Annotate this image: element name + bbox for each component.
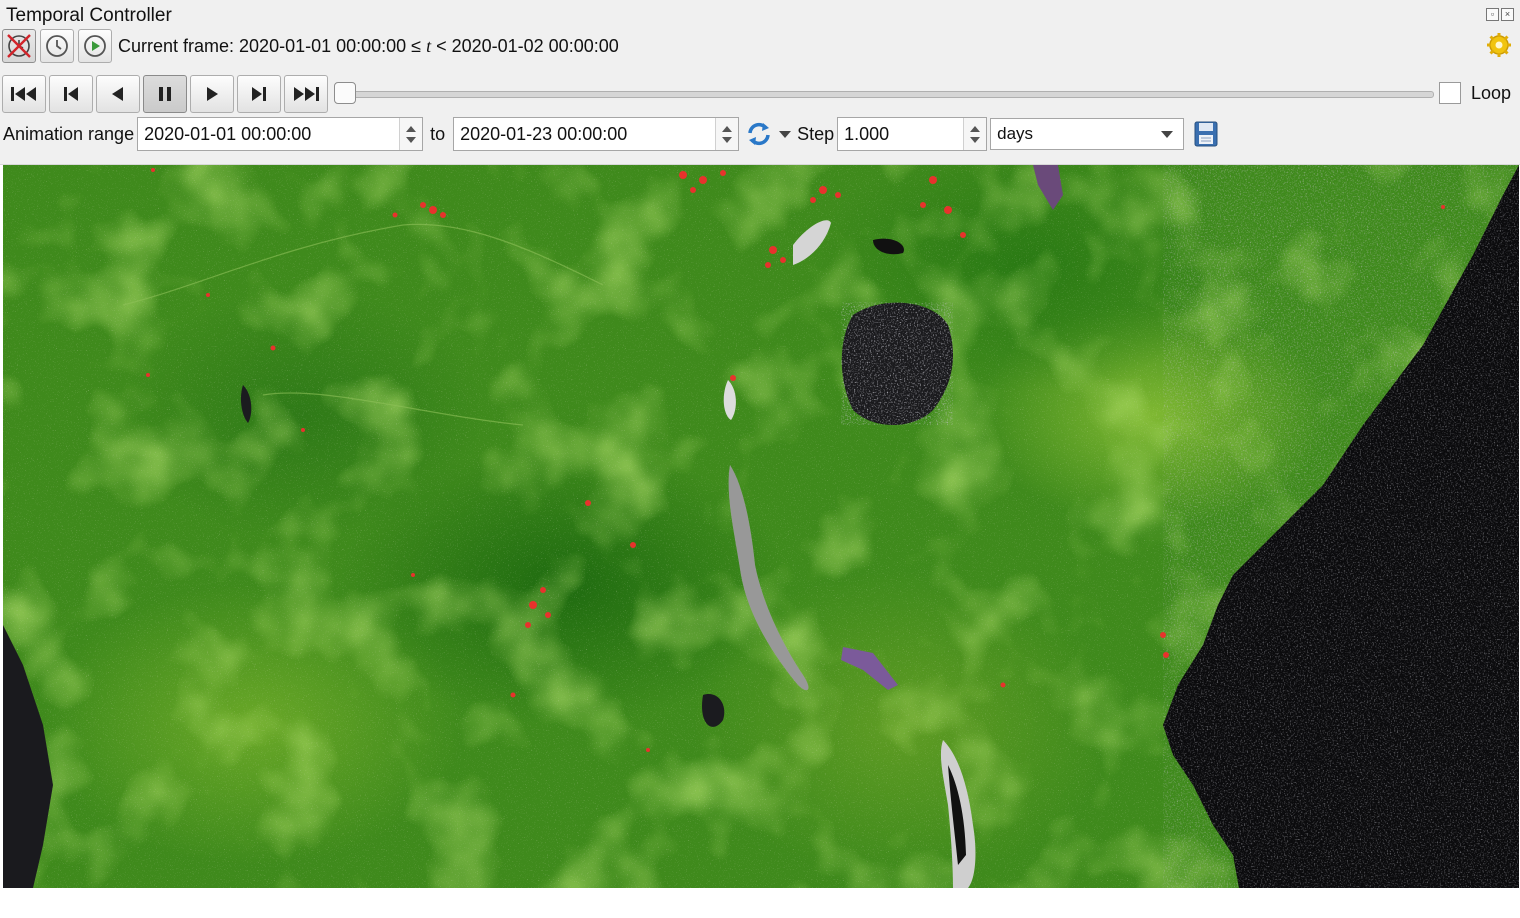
- play-forward-button[interactable]: [190, 75, 234, 113]
- loop-checkbox[interactable]: [1439, 82, 1461, 104]
- rewind-to-start-icon: [11, 87, 36, 101]
- mode-toolbar: Current frame: 2020-01-01 00:00:00 ≤ t <…: [2, 29, 619, 63]
- temporal-controller-panel: Temporal Controller ▫ × Current frame: 2…: [0, 0, 1520, 165]
- range-end-value[interactable]: 2020-01-23 00:00:00: [454, 124, 715, 145]
- settings-button[interactable]: [1486, 32, 1512, 63]
- map-canvas[interactable]: [3, 165, 1519, 888]
- loop-label: Loop: [1471, 82, 1512, 103]
- step-value[interactable]: 1.000: [838, 124, 963, 145]
- panel-title: Temporal Controller: [6, 5, 172, 26]
- range-end-field[interactable]: 2020-01-23 00:00:00: [453, 117, 740, 151]
- range-toolbar: Animation range 2020-01-01 00:00:00 to 2…: [3, 117, 1218, 151]
- step-unit-value: days: [997, 124, 1034, 143]
- chevron-down-icon: [1161, 130, 1174, 138]
- disable-temporal-navigation-button[interactable]: [2, 29, 36, 63]
- next-frame-icon: [252, 87, 266, 101]
- window-buttons: ▫ ×: [1486, 8, 1514, 21]
- skip-to-end-button[interactable]: [284, 75, 328, 113]
- play-circle-icon: [84, 35, 106, 57]
- navigation-toolbar: [2, 75, 331, 113]
- previous-frame-icon: [64, 87, 78, 101]
- play-forward-icon: [207, 87, 218, 101]
- animation-range-label: Animation range: [3, 123, 135, 144]
- next-frame-button[interactable]: [237, 75, 281, 113]
- slider-track: [344, 91, 1434, 98]
- fixed-range-button[interactable]: [40, 29, 74, 63]
- crossed-clock-icon: [7, 34, 31, 58]
- animated-navigation-button[interactable]: [78, 29, 112, 63]
- pause-button[interactable]: [143, 75, 187, 113]
- frame-slider[interactable]: [334, 82, 1434, 106]
- rewind-to-start-button[interactable]: [2, 75, 46, 113]
- previous-frame-button[interactable]: [49, 75, 93, 113]
- step-unit-select[interactable]: days: [990, 118, 1185, 150]
- float-icon[interactable]: ▫: [1486, 8, 1499, 21]
- skip-to-end-icon: [294, 87, 319, 101]
- range-start-spinner[interactable]: [399, 118, 423, 150]
- loop-toggle[interactable]: Loop: [1439, 82, 1511, 104]
- export-animation-button[interactable]: [1194, 121, 1218, 147]
- step-label: Step: [797, 123, 835, 144]
- play-backward-icon: [112, 87, 123, 101]
- close-icon[interactable]: ×: [1501, 8, 1514, 21]
- to-label: to: [430, 123, 446, 144]
- step-value-field[interactable]: 1.000: [837, 117, 988, 151]
- play-backward-button[interactable]: [96, 75, 140, 113]
- step-spinner[interactable]: [963, 118, 987, 150]
- slider-handle[interactable]: [334, 82, 356, 104]
- refresh-icon: [748, 122, 770, 146]
- range-end-spinner[interactable]: [715, 118, 739, 150]
- save-icon: [1194, 121, 1218, 147]
- clock-icon: [46, 35, 68, 57]
- range-start-value[interactable]: 2020-01-01 00:00:00: [138, 124, 399, 145]
- range-start-field[interactable]: 2020-01-01 00:00:00: [137, 117, 424, 151]
- current-frame-label: Current frame: 2020-01-01 00:00:00 ≤ t <…: [118, 35, 619, 56]
- map-layer: [3, 165, 1519, 888]
- refresh-range-button[interactable]: [745, 120, 792, 148]
- pause-icon: [159, 87, 171, 101]
- gear-icon: [1487, 33, 1511, 57]
- refresh-dropdown-arrow-icon[interactable]: [779, 130, 792, 138]
